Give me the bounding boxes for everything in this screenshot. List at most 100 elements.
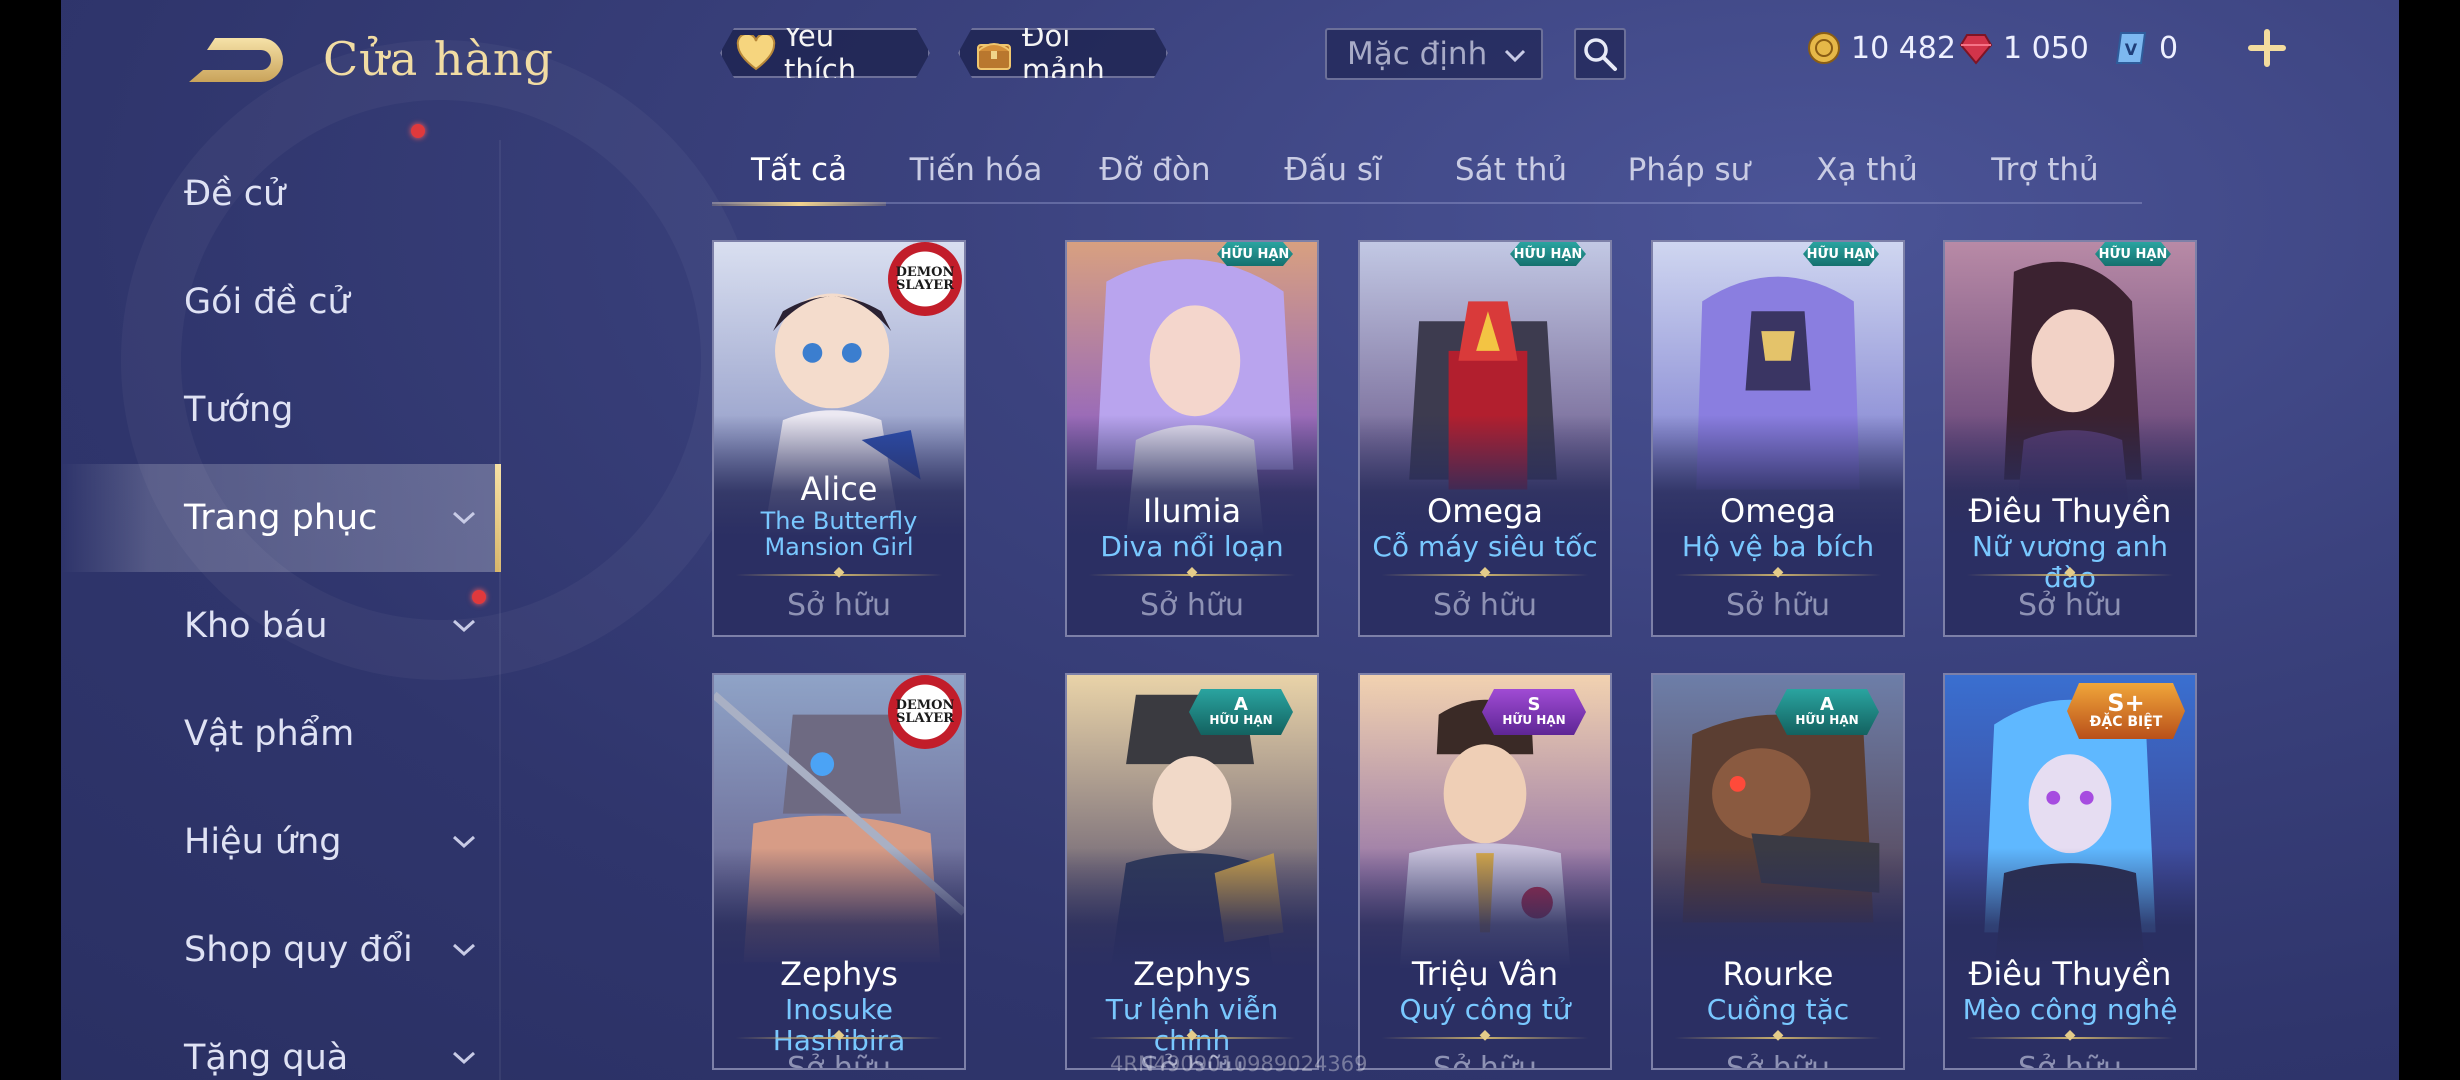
owned-status: Sở hữu (2018, 1051, 2122, 1070)
hero-name: Zephys (1133, 955, 1251, 993)
skin-name: Nữ vương anh đào (1971, 530, 2169, 592)
sidebar: Đề cử Gói đề cử Tướng Trang phục Kho báu… (61, 124, 501, 1080)
limited-label: HỮU HẠN (1502, 713, 1566, 728)
tier-label: A (1820, 694, 1834, 716)
sidebar-item-label: Tướng (184, 390, 294, 430)
tab-mage[interactable]: Pháp sư (1600, 138, 1778, 202)
owned-status: Sở hữu (1726, 1051, 1830, 1070)
hero-name: Điêu Thuyền (1968, 955, 2172, 993)
limited-badge: HỮU HẠN (1217, 242, 1293, 266)
tier-s-limited-badge: S HỮU HẠN (1482, 689, 1586, 735)
tab-tank[interactable]: Đỡ đòn (1066, 138, 1244, 202)
sidebar-item-heroes[interactable]: Tướng (61, 356, 501, 464)
skin-card[interactable]: S HỮU HẠN Triệu Vân Quý công tử Sở hữu (1358, 673, 1612, 1070)
back-arrow-icon (189, 38, 283, 82)
sidebar-item-gifts[interactable]: Tặng quà (61, 1004, 501, 1080)
tab-all[interactable]: Tất cả (712, 138, 886, 206)
sidebar-item-items[interactable]: Vật phẩm (61, 680, 501, 788)
divider (736, 574, 942, 576)
search-button[interactable] (1574, 28, 1626, 80)
hero-name: Alice (800, 470, 878, 508)
voucher-balance: V 0 (2115, 28, 2178, 68)
divider (1089, 574, 1295, 576)
limited-badge: HỮU HẠN (1510, 242, 1586, 266)
svg-text:V: V (2125, 40, 2138, 59)
sidebar-item-label: Hiệu ứng (184, 822, 342, 862)
chevron-down-icon (452, 835, 476, 849)
sidebar-item-label: Vật phẩm (184, 714, 355, 754)
add-currency-button[interactable] (2247, 28, 2287, 68)
tab-evolution[interactable]: Tiến hóa (886, 138, 1066, 202)
skin-card[interactable]: HỮU HẠN Điêu Thuyền Nữ vương anh đào Sở … (1943, 240, 2197, 637)
limited-badge: HỮU HẠN (1803, 242, 1879, 266)
owned-status: Sở hữu (787, 1051, 891, 1070)
skin-name: Cuồng tặc (1706, 993, 1850, 1026)
demon-slayer-collab-logo: DEMON SLAYER (888, 242, 962, 316)
chevron-down-icon (452, 511, 476, 525)
gold-balance: 10 482 (1807, 28, 1956, 68)
chevron-down-icon (452, 1051, 476, 1065)
hero-name: Rourke (1722, 955, 1834, 993)
tier-a-limited-badge: A HỮU HẠN (1775, 689, 1879, 735)
shop-app: Cửa hàng Yêu thích Đổi mảnh Mặc định 10 … (61, 0, 2399, 1080)
tier-label: A (1234, 694, 1248, 716)
voucher-icon: V (2115, 32, 2147, 64)
skin-card[interactable]: HỮU HẠN Omega Cỗ máy siêu tốc Sở hữu (1358, 240, 1612, 637)
plus-icon (2248, 29, 2286, 67)
gold-amount: 10 482 (1851, 30, 1956, 66)
hero-name: Triệu Vân (1411, 955, 1559, 993)
skin-card[interactable]: A HỮU HẠN Rourke Cuồng tặc Sở hữu (1651, 673, 1905, 1070)
chevron-down-icon (1504, 49, 1526, 63)
chevron-down-icon (452, 943, 476, 957)
divider (1675, 1037, 1881, 1039)
exchange-fragments-button[interactable]: Đổi mảnh (958, 28, 1168, 78)
tab-fighter[interactable]: Đấu sĩ (1244, 138, 1422, 202)
hero-name: Zephys (780, 955, 898, 993)
hero-name: Ilumia (1142, 492, 1242, 530)
owned-status: Sở hữu (2018, 588, 2122, 623)
hero-name: Omega (1427, 492, 1543, 530)
tab-support[interactable]: Trợ thủ (1956, 138, 2134, 202)
divider (1967, 1037, 2173, 1039)
skin-card[interactable]: HỮU HẠN Omega Hộ vệ ba bích Sở hữu (1651, 240, 1905, 637)
tab-marksman[interactable]: Xạ thủ (1778, 138, 1956, 202)
notification-dot (472, 590, 486, 604)
skin-card[interactable]: A HỮU HẠN Zephys Tư lệnh viễn chinh Sở h… (1065, 673, 1319, 1070)
sidebar-item-label: Đề cử (184, 174, 286, 214)
hero-name: Điêu Thuyền (1968, 492, 2172, 530)
sidebar-item-recommended-packs[interactable]: Gói đề cử (61, 124, 501, 356)
voucher-amount: 0 (2159, 30, 2179, 66)
skin-name: Diva nổi loạn (1100, 530, 1284, 563)
skin-card[interactable]: S+ ĐẶC BIỆT Điêu Thuyền Mèo công nghệ Sở… (1943, 673, 2197, 1070)
sidebar-item-effects[interactable]: Hiệu ứng (61, 788, 501, 896)
sidebar-item-label: Gói đề cử (184, 282, 350, 322)
page-title: Cửa hàng (323, 32, 554, 86)
tab-assassin[interactable]: Sát thủ (1422, 138, 1600, 202)
watermark: 4RN4909010989024369 (1110, 1052, 1368, 1076)
limited-label: HỮU HẠN (1795, 713, 1859, 728)
skin-name: The Butterfly Mansion Girl (760, 507, 918, 562)
skin-card[interactable]: HỮU HẠN Ilumia Diva nổi loạn Sở hữu (1065, 240, 1319, 637)
sidebar-item-label: Kho báu (184, 606, 328, 646)
skin-card[interactable]: DEMON SLAYER Alice The Butterfly Mansion… (712, 240, 966, 637)
divider (1089, 1037, 1295, 1039)
divider (736, 1037, 942, 1039)
sort-dropdown[interactable]: Mặc định (1325, 28, 1543, 80)
ruby-amount: 1 050 (2003, 30, 2089, 66)
skin-name: Tư lệnh viễn chinh (1105, 993, 1279, 1055)
hero-name: Omega (1720, 492, 1836, 530)
owned-status: Sở hữu (1433, 588, 1537, 623)
notification-dot (411, 124, 425, 138)
sidebar-item-recommended[interactable]: Đề cử (61, 140, 501, 248)
favorite-button[interactable]: Yêu thích (720, 28, 930, 78)
tier-label: S+ (2107, 689, 2145, 718)
skin-card[interactable]: DEMON SLAYER Zephys Inosuke Hashibira Sở… (712, 673, 966, 1070)
sidebar-item-exchange-shop[interactable]: Shop quy đổi (61, 896, 501, 1004)
divider (1967, 574, 2173, 576)
sidebar-item-label: Trang phục (184, 498, 378, 538)
sidebar-item-skins[interactable]: Trang phục (61, 464, 501, 572)
sidebar-item-treasure[interactable]: Kho báu (61, 572, 501, 680)
special-label: ĐẶC BIỆT (2089, 714, 2163, 731)
exchange-label: Đổi mảnh (1022, 19, 1105, 87)
back-button[interactable] (185, 34, 285, 86)
